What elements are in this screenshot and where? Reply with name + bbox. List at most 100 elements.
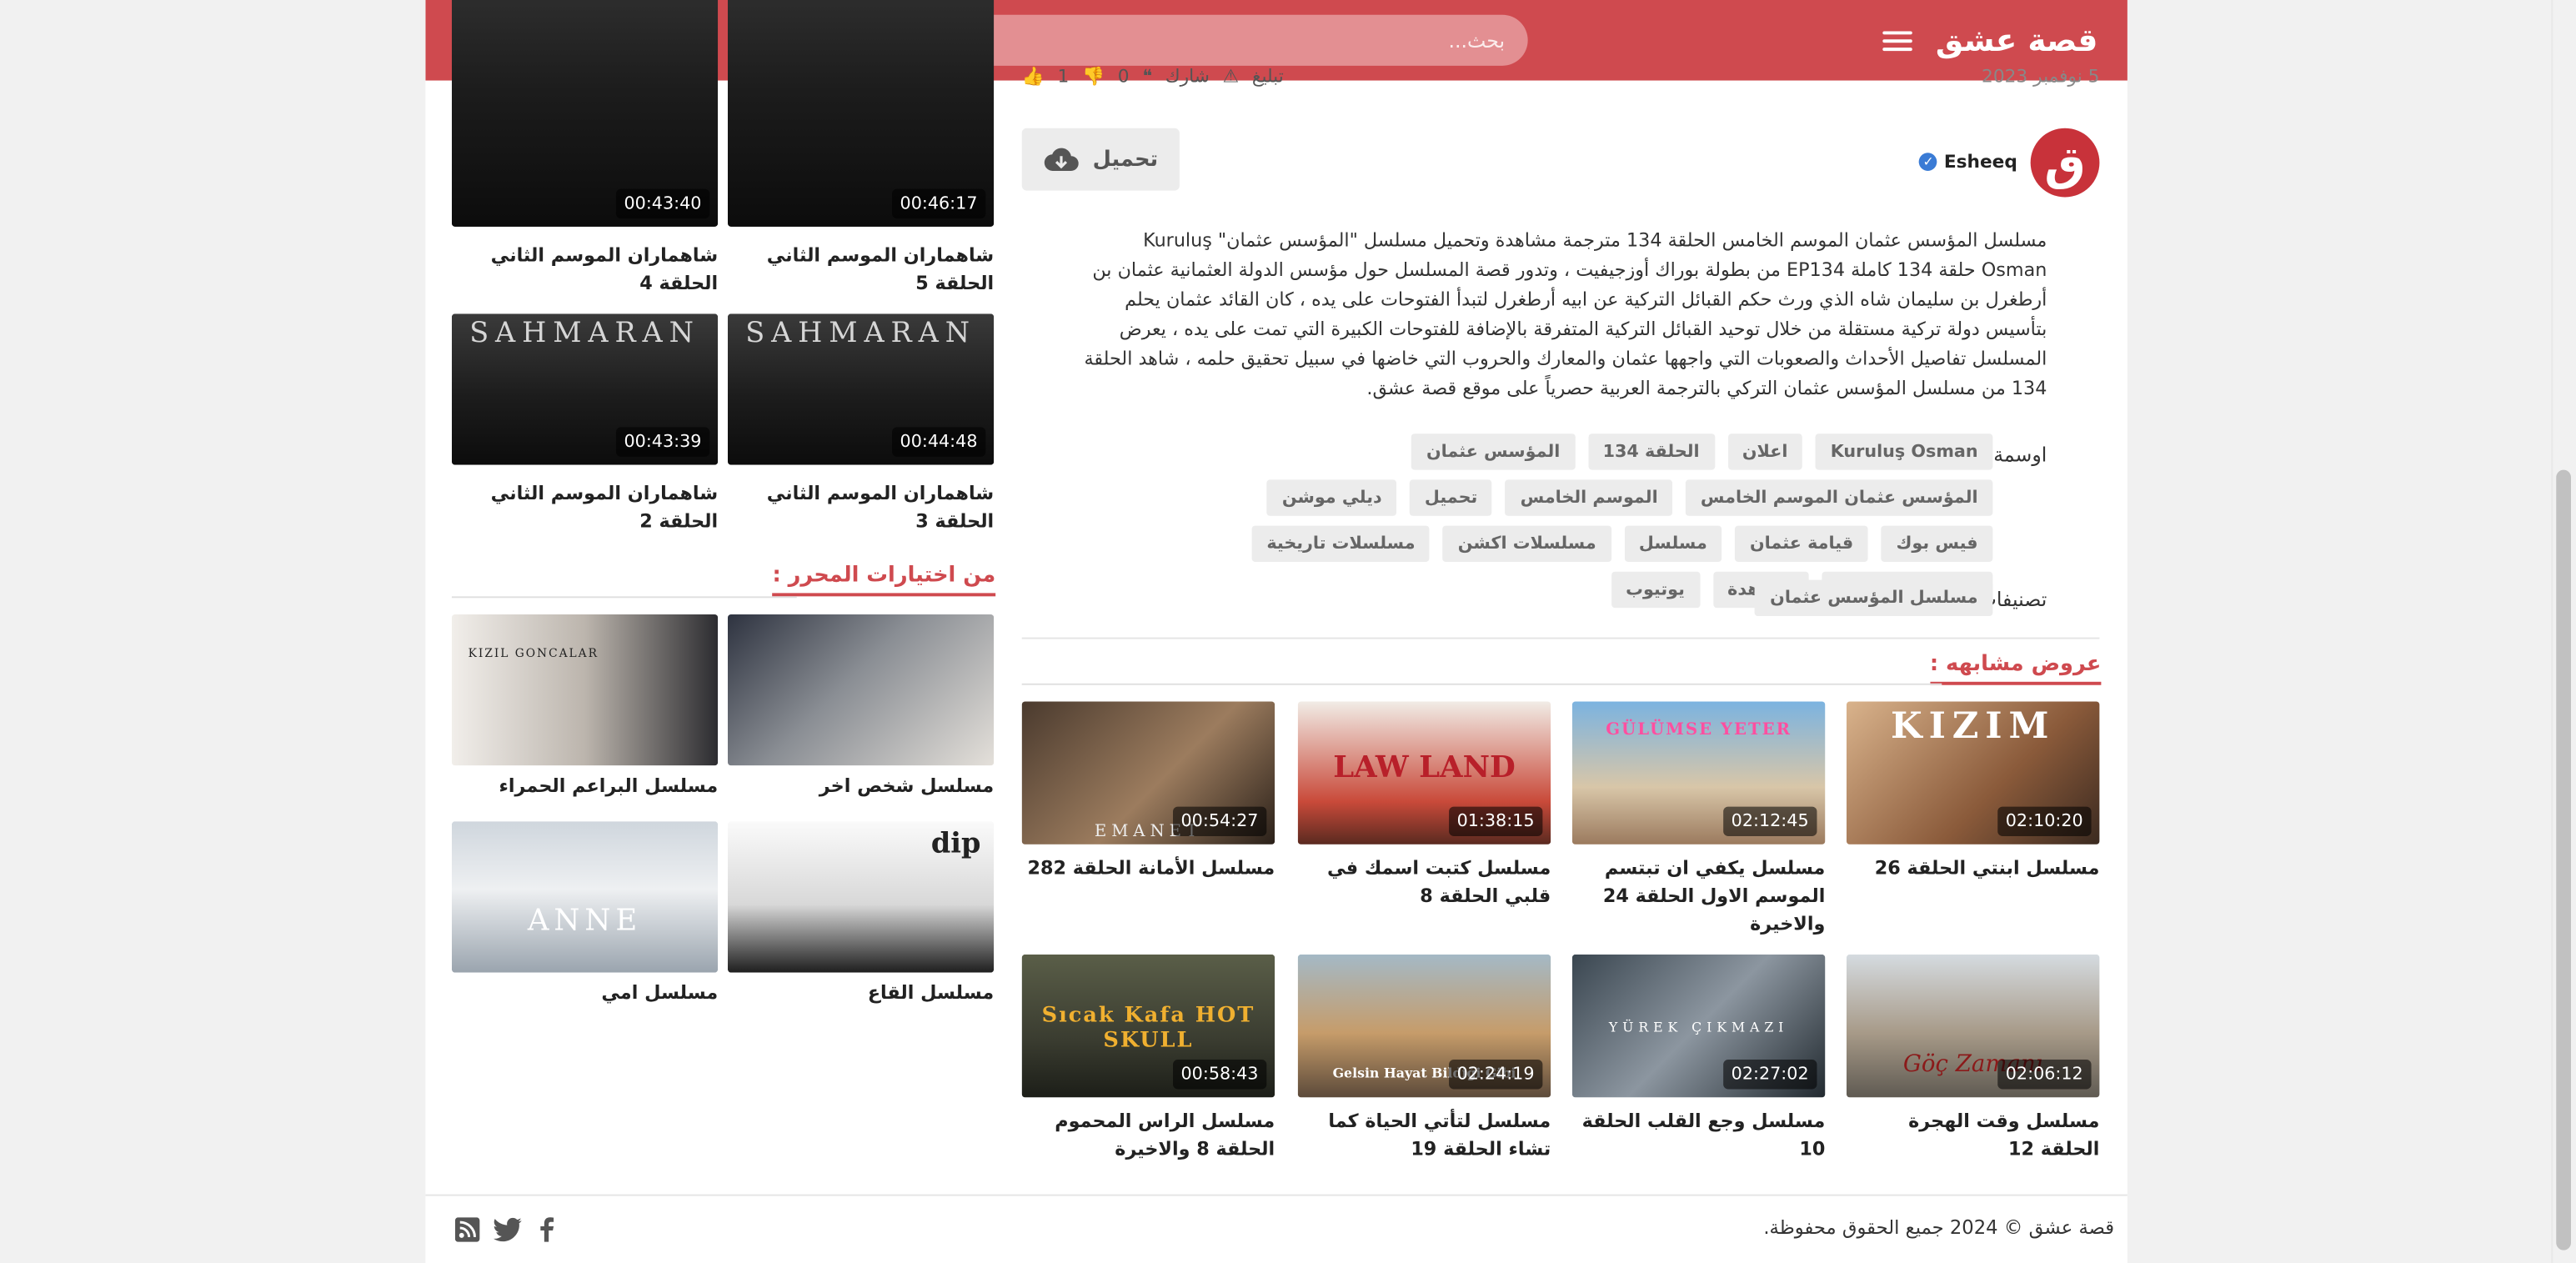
video-thumbnail[interactable]: SAHMARAN 00:43:39 <box>451 313 719 465</box>
avatar[interactable]: ق <box>2030 128 2100 198</box>
video-card[interactable]: SAHMARAN 00:43:39 شاهماران الموسم الثاني ا… <box>451 313 719 539</box>
duration-badge: 00:43:40 <box>615 188 710 219</box>
video-thumbnail[interactable]: GÜLÜMSE YETER 02:12:45 <box>1571 701 1826 845</box>
video-card[interactable]: ANNE مسلسل امي <box>451 821 719 1038</box>
tag-link[interactable]: فيس بوك <box>1881 525 1993 562</box>
video-title[interactable]: مسلسل الأمانة الحلقة 282 <box>1022 855 1275 883</box>
video-card[interactable]: GÜLÜMSE YETER 02:12:45 مسلسل يكفي ان تبتسم… <box>1571 701 1826 935</box>
similar-title: عروض مشابهه : <box>1929 652 2102 685</box>
video-title[interactable]: مسلسل وجع القلب الحلقة 10 <box>1572 1107 1826 1163</box>
editor-picks-title-text: من اختيارات المحرر : <box>772 563 996 589</box>
tag-link[interactable]: قيامة عثمان <box>1735 525 1868 562</box>
video-card[interactable]: مسلسل شخص اخر <box>727 614 995 831</box>
video-card[interactable]: LAW LAND 01:38:15 مسلسل كتبت اسمك في قلبي … <box>1297 701 1551 913</box>
duration-badge: 02:12:45 <box>1722 806 1817 837</box>
video-title[interactable]: شاهماران الموسم الثاني الحلقة 4 <box>452 242 718 298</box>
thumbnail-image <box>727 614 995 766</box>
video-title[interactable]: مسلسل لتأتي الحياة كما تشاء الحلقة 19 <box>1298 1107 1551 1163</box>
video-thumbnail[interactable]: Gelsin Hayat Bildiği Gibi 02:24:19 <box>1297 954 1551 1098</box>
video-card[interactable]: Göç Zamanı 02:06:12 مسلسل وقت الهجرة الحلق… <box>1846 954 2100 1166</box>
video-title[interactable]: مسلسل يكفي ان تبتسم الموسم الاول الحلقة … <box>1572 855 1825 939</box>
video-title[interactable]: مسلسل وقت الهجرة الحلقة 12 <box>1847 1107 2099 1163</box>
tag-link[interactable]: مسلسلات تاريخية <box>1251 525 1431 562</box>
video-title[interactable]: مسلسل القاع <box>728 979 994 1007</box>
author-link[interactable]: Esheeq ✓ <box>1919 151 2017 173</box>
video-title[interactable]: مسلسل ابنتي الحلقة 26 <box>1847 855 2100 883</box>
video-card[interactable]: YÜREK ÇIKMAZI 02:27:02 مسلسل وجع القلب الح… <box>1571 954 1826 1166</box>
video-thumbnail[interactable]: Göç Zamanı 02:06:12 <box>1846 954 2100 1098</box>
duration-badge: 02:27:02 <box>1722 1060 1817 1090</box>
video-title[interactable]: شاهماران الموسم الثاني الحلقة 2 <box>452 479 718 535</box>
video-thumbnail[interactable]: SAHMARAN 00:44:48 <box>727 313 995 465</box>
tag-link[interactable]: Kuruluş Osman <box>1816 434 1993 470</box>
video-thumbnail[interactable]: dip <box>727 821 995 973</box>
video-card[interactable]: SAHMARAN 00:44:48 شاهماران الموسم الثاني ا… <box>727 313 995 539</box>
verified-icon: ✓ <box>1919 153 1937 171</box>
video-thumbnail[interactable]: ANNE <box>451 821 719 973</box>
share-icon[interactable]: ❝ <box>1142 66 1152 88</box>
thumbnail-image <box>451 614 719 766</box>
report-label[interactable]: تبليغ <box>1252 66 1284 88</box>
video-card[interactable]: Sıcak Kafa HOT SKULL 00:58:43 مسلسل الراس … <box>1021 954 1275 1166</box>
video-card[interactable]: SAHMARAN00:43:40 شاهماران الموسم الثاني ا… <box>451 0 719 301</box>
tag-link[interactable]: مسلسل <box>1624 525 1722 562</box>
tag-link[interactable]: ديلي موشن <box>1267 479 1397 516</box>
facebook-icon[interactable] <box>535 1215 559 1242</box>
video-thumbnail[interactable]: SAHMARAN00:43:40 <box>451 0 719 227</box>
tag-link[interactable]: مسلسل المؤسس عثمان <box>1755 579 1993 616</box>
dislike-icon[interactable]: 👎 <box>1082 66 1105 88</box>
download-button[interactable]: تحميل <box>1021 128 1180 191</box>
menu-icon[interactable] <box>1882 28 1913 52</box>
report-icon[interactable]: ⚠ <box>1223 66 1239 88</box>
like-count: 1 <box>1057 65 1070 88</box>
tag-link[interactable]: مسلسلات اكشن <box>1443 525 1611 562</box>
video-card[interactable]: KIZIL GONCALAR مسلسل البراعم الحمراء <box>451 614 719 831</box>
video-card[interactable]: dip مسلسل القاع <box>727 821 995 1038</box>
video-thumbnail[interactable]: SAHMARAN00:46:17 <box>727 0 995 227</box>
video-title[interactable]: مسلسل البراعم الحمراء <box>452 772 719 800</box>
thumbnail-image <box>451 821 719 973</box>
tag-link[interactable]: المؤسس عثمان الموسم الخامس <box>1686 479 1993 516</box>
video-thumbnail[interactable]: KIZIM 02:10:20 <box>1846 701 2100 845</box>
post-actions: تبليغ ⚠ شارك ❝ 0 👎 1 👍 <box>1022 66 1284 88</box>
video-title[interactable]: مسلسل كتبت اسمك في قلبي الحلقة 8 <box>1298 855 1551 910</box>
page-scrollbar[interactable] <box>2551 0 2576 1263</box>
video-thumbnail[interactable]: EMANET 00:54:27 <box>1021 701 1275 845</box>
share-label[interactable]: شارك <box>1165 66 1210 88</box>
tag-link[interactable]: اعلان <box>1727 434 1803 470</box>
video-thumbnail[interactable]: LAW LAND 01:38:15 <box>1297 701 1551 845</box>
tag-link[interactable]: تحميل <box>1410 479 1493 516</box>
thumbnail-logo: SAHMARAN <box>745 317 976 350</box>
video-card[interactable]: Gelsin Hayat Bildiği Gibi 02:24:19 مسلسل ل… <box>1297 954 1551 1166</box>
video-title[interactable]: مسلسل شخص اخر <box>728 772 994 800</box>
video-title[interactable]: مسلسل الراس المحموم الحلقة 8 والاخيرة <box>1022 1107 1275 1163</box>
video-title[interactable]: شاهماران الموسم الثاني الحلقة 3 <box>728 479 994 535</box>
video-card[interactable]: EMANET 00:54:27 مسلسل الأمانة الحلقة 282 <box>1021 701 1275 913</box>
duration-badge: 02:10:20 <box>1997 806 2092 837</box>
section-line <box>1021 683 1942 685</box>
scrollbar-thumb[interactable] <box>2556 469 2571 1250</box>
video-card[interactable]: KIZIM 02:10:20 مسلسل ابنتي الحلقة 26 <box>1846 701 2100 913</box>
thumbnail-logo: GÜLÜMSE YETER <box>1606 721 1792 739</box>
video-thumbnail[interactable] <box>727 614 995 766</box>
thumbnail-logo: KIZIM <box>1891 704 2056 748</box>
video-thumbnail[interactable]: Sıcak Kafa HOT SKULL 00:58:43 <box>1021 954 1275 1098</box>
post-date: 5 نوفمبر 2023 <box>1982 65 2100 88</box>
site-title[interactable]: قصة عشق <box>1936 23 2098 58</box>
video-title[interactable]: شاهماران الموسم الثاني الحلقة 5 <box>728 242 994 298</box>
twitter-icon[interactable] <box>493 1216 522 1241</box>
section-line <box>451 596 797 599</box>
tag-link[interactable]: الحلقة 134 <box>1587 434 1715 470</box>
rss-icon[interactable] <box>454 1216 480 1241</box>
tag-link[interactable]: الموسم الخامس <box>1505 479 1673 516</box>
thumbnail-logo: ANNE <box>527 903 643 939</box>
video-thumbnail[interactable]: KIZIL GONCALAR <box>451 614 719 766</box>
video-title[interactable]: مسلسل امي <box>452 979 718 1007</box>
page-container: قصة عشق تبليغ ⚠ شارك ❝ 0 👎 1 👍 5 نوفمبر … <box>425 0 2127 1263</box>
editor-picks-title: من اختيارات المحرر : <box>772 563 996 597</box>
video-card[interactable]: SAHMARAN00:46:17 شاهماران الموسم الثاني ا… <box>727 0 995 301</box>
author-row: تحميل ق Esheeq ✓ <box>1021 125 2100 201</box>
video-thumbnail[interactable]: YÜREK ÇIKMAZI 02:27:02 <box>1571 954 1826 1098</box>
tag-link[interactable]: المؤسس عثمان <box>1411 434 1576 470</box>
like-icon[interactable]: 👍 <box>1022 66 1045 88</box>
